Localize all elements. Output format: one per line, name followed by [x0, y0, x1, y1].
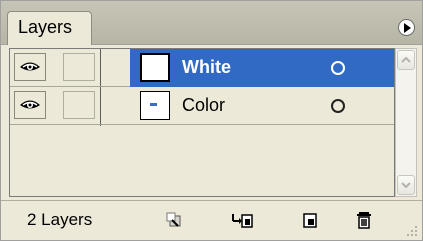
- vertical-scrollbar[interactable]: [395, 48, 417, 197]
- link-toggle[interactable]: [63, 91, 95, 119]
- delete-layer-state-button[interactable]: [164, 210, 184, 230]
- trash-icon: [357, 212, 371, 229]
- delete-button[interactable]: [354, 210, 374, 230]
- layer-thumbnail: [140, 91, 170, 120]
- layer-row-color[interactable]: Color: [10, 87, 394, 125]
- layer-thumbnail: [140, 53, 170, 82]
- tab-strip: Layers: [1, 1, 422, 45]
- chevron-down-icon: [401, 182, 411, 188]
- panel-footer: 2 Layers: [1, 200, 422, 241]
- update-layer-comp-button[interactable]: [231, 210, 253, 230]
- layer-select-area[interactable]: Color: [130, 87, 394, 125]
- update-layer-comp-icon: [232, 214, 253, 228]
- layers-panel: Layers White Color 2 Layers: [0, 0, 423, 241]
- panel-menu-button[interactable]: [398, 19, 415, 36]
- delete-layer-state-icon: [166, 212, 181, 227]
- layer-count: 2 Layers: [27, 210, 93, 229]
- resize-grip-icon[interactable]: [406, 225, 418, 237]
- layer-name: Color: [182, 95, 226, 115]
- visibility-toggle[interactable]: [14, 91, 46, 119]
- eye-icon: [20, 100, 40, 109]
- tab-layers[interactable]: Layers: [7, 11, 92, 45]
- tab-layers-label: Layers: [18, 17, 73, 37]
- chevron-up-icon: [401, 57, 411, 63]
- layer-name: White: [182, 57, 231, 77]
- eye-icon: [20, 62, 40, 71]
- target-circle-icon[interactable]: [331, 61, 345, 75]
- target-circle-icon[interactable]: [331, 99, 345, 113]
- layer-select-area[interactable]: White: [130, 49, 394, 87]
- visibility-toggle[interactable]: [14, 53, 46, 81]
- thumbnail-mark: [150, 103, 157, 106]
- scroll-down-button[interactable]: [397, 175, 415, 195]
- link-toggle[interactable]: [63, 53, 95, 81]
- layer-list: White Color: [9, 48, 395, 197]
- scroll-up-button[interactable]: [397, 50, 415, 70]
- layer-row-white[interactable]: White: [10, 49, 394, 87]
- new-layer-button[interactable]: [300, 210, 320, 230]
- panel-menu-icon: [404, 23, 411, 33]
- new-layer-icon: [303, 213, 317, 228]
